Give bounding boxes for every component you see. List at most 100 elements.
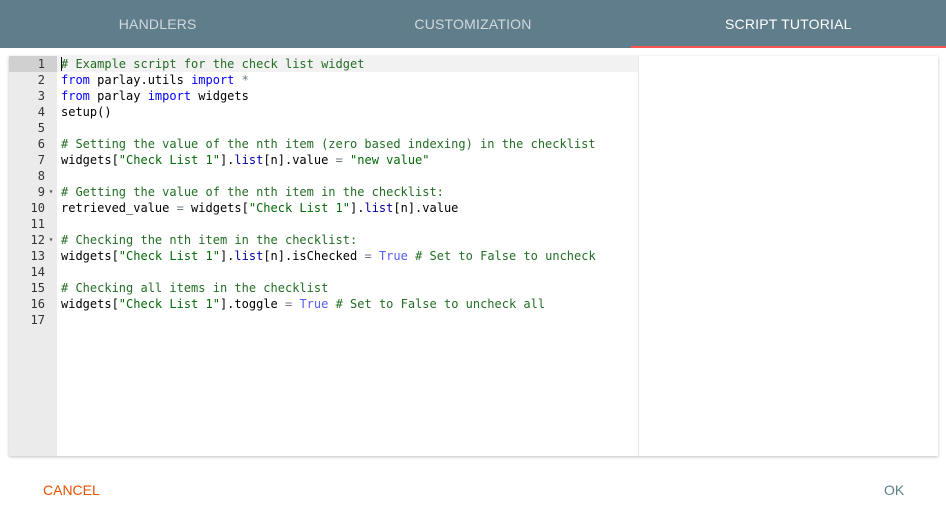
code-token: ]. bbox=[219, 249, 235, 263]
dialog-actions: CANCEL OK bbox=[0, 466, 946, 517]
tab-ink-bar bbox=[315, 46, 630, 48]
code-text: # Getting the value of the nth item in t… bbox=[61, 184, 444, 200]
code-text: from parlay import widgets bbox=[61, 88, 249, 104]
code-token: retrieved_value bbox=[61, 201, 177, 215]
code-line: 10 retrieved_value = widgets["Check List … bbox=[9, 200, 938, 216]
line-number: 2 bbox=[37, 73, 45, 87]
code-token: # Getting the value of the nth item in t… bbox=[61, 185, 444, 199]
code-line: 3 from parlay import widgets bbox=[9, 88, 938, 104]
code-line: 17 bbox=[9, 312, 938, 328]
code-token: True bbox=[299, 297, 329, 311]
code-token: import bbox=[147, 89, 192, 103]
code-token: "Check List 1" bbox=[248, 201, 351, 215]
code-text: widgets["Check List 1"].list[n].value = … bbox=[61, 152, 430, 168]
code-token: from bbox=[61, 73, 90, 87]
tab-script-tutorial[interactable]: SCRIPT TUTORIAL bbox=[630, 0, 946, 48]
code-token: # Set to False to uncheck bbox=[415, 249, 596, 263]
code-text: widgets["Check List 1"].list[n].isChecke… bbox=[61, 248, 596, 264]
code-token: "Check List 1" bbox=[118, 153, 220, 167]
code-token: # Checking the nth item in the checklist… bbox=[61, 233, 358, 247]
tab-handlers[interactable]: HANDLERS bbox=[0, 0, 315, 48]
line-number: 13 bbox=[30, 249, 45, 263]
code-token: list bbox=[364, 201, 394, 215]
code-line: 13 widgets["Check List 1"].list[n].isChec… bbox=[9, 248, 938, 264]
code-text: from parlay.utils import * bbox=[61, 72, 249, 88]
code-line: 8 bbox=[9, 168, 938, 184]
code-token: True bbox=[378, 249, 408, 263]
code-token: # Example script for the check list widg… bbox=[61, 57, 365, 71]
code-editor[interactable]: 1 # Example script for the check list wid… bbox=[9, 56, 938, 456]
code-token: widgets[ bbox=[61, 153, 119, 167]
code-lines[interactable]: 1 # Example script for the check list wid… bbox=[9, 56, 938, 328]
code-token: setup() bbox=[61, 105, 112, 119]
script-dialog: HANDLERS CUSTOMIZATION SCRIPT TUTORIAL 1… bbox=[0, 0, 946, 517]
code-token: = bbox=[364, 249, 372, 263]
code-token: ]. bbox=[219, 153, 235, 167]
code-token: import bbox=[191, 73, 235, 87]
line-number: 7 bbox=[37, 153, 45, 167]
code-token: # Set to False to uncheck all bbox=[335, 297, 546, 311]
code-token: widgets[ bbox=[61, 297, 119, 311]
code-token: "Check List 1" bbox=[118, 297, 220, 311]
code-line: 14 bbox=[9, 264, 938, 280]
tab-customization[interactable]: CUSTOMIZATION bbox=[315, 0, 630, 48]
code-token: [n].value bbox=[393, 201, 459, 215]
code-token: [n].value bbox=[263, 153, 336, 167]
line-number: 4 bbox=[37, 105, 45, 119]
line-number: 9 bbox=[37, 185, 45, 199]
fold-toggle-icon[interactable]: ▾ bbox=[47, 184, 55, 200]
code-token: list bbox=[234, 249, 264, 263]
code-line: 9 ▾ # Getting the value of the nth item in… bbox=[9, 184, 938, 200]
tab-label: CUSTOMIZATION bbox=[414, 16, 532, 32]
code-text: # Example script for the check list widg… bbox=[61, 56, 364, 72]
code-line: 5 bbox=[9, 120, 938, 136]
code-text: setup() bbox=[61, 104, 112, 120]
code-token: * bbox=[241, 73, 249, 87]
line-number: 15 bbox=[30, 281, 45, 295]
tab-label: HANDLERS bbox=[118, 16, 197, 32]
line-number: 17 bbox=[30, 313, 45, 327]
code-token: widgets bbox=[191, 89, 249, 103]
code-token: # Checking all items in the checklist bbox=[61, 281, 329, 295]
code-token: = bbox=[335, 153, 343, 167]
code-token: # Setting the value of the nth item (zer… bbox=[61, 137, 596, 151]
code-text: # Checking all items in the checklist bbox=[61, 280, 328, 296]
code-token: "new value" bbox=[350, 153, 430, 167]
code-token: from bbox=[61, 89, 90, 103]
line-number: 3 bbox=[37, 89, 45, 103]
fold-toggle-icon[interactable]: ▾ bbox=[47, 232, 55, 248]
line-number: 14 bbox=[30, 265, 45, 279]
line-number: 5 bbox=[37, 121, 45, 135]
code-token: parlay bbox=[89, 89, 148, 103]
code-line: 4 setup() bbox=[9, 104, 938, 120]
code-token: list bbox=[234, 153, 264, 167]
tab-ink-bar bbox=[0, 46, 315, 48]
code-line: 6 # Setting the value of the nth item (ze… bbox=[9, 136, 938, 152]
code-text: retrieved_value = widgets["Check List 1"… bbox=[61, 200, 458, 216]
code-text: # Checking the nth item in the checklist… bbox=[61, 232, 357, 248]
line-number: 1 bbox=[37, 57, 45, 71]
code-token: parlay.utils bbox=[89, 73, 192, 87]
code-token: ].toggle bbox=[219, 297, 285, 311]
cancel-button[interactable]: CANCEL bbox=[43, 479, 100, 501]
code-token: [n].isChecked bbox=[263, 249, 365, 263]
line-number: 11 bbox=[30, 217, 45, 231]
code-token: = bbox=[176, 201, 184, 215]
code-token: ]. bbox=[350, 201, 365, 215]
code-text: # Setting the value of the nth item (zer… bbox=[61, 136, 596, 152]
text-cursor bbox=[61, 57, 62, 71]
code-token: widgets[ bbox=[183, 201, 249, 215]
line-number: 12 bbox=[30, 233, 45, 247]
line-number: 6 bbox=[37, 137, 45, 151]
line-number: 16 bbox=[30, 297, 45, 311]
ok-button[interactable]: OK bbox=[884, 479, 904, 501]
code-line: 16 widgets["Check List 1"].toggle = True … bbox=[9, 296, 938, 312]
code-text: widgets["Check List 1"].toggle = True # … bbox=[61, 296, 545, 312]
line-number: 8 bbox=[37, 169, 45, 183]
code-token: "Check List 1" bbox=[118, 249, 220, 263]
code-line: 12 ▾ # Checking the nth item in the checkl… bbox=[9, 232, 938, 248]
tab-bar: HANDLERS CUSTOMIZATION SCRIPT TUTORIAL bbox=[0, 0, 946, 48]
